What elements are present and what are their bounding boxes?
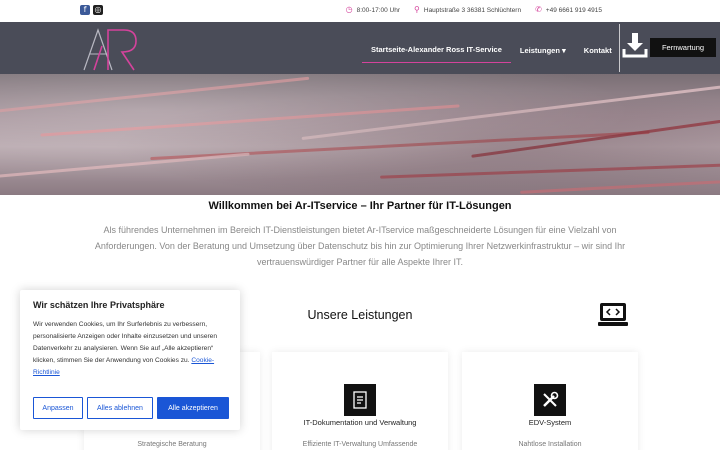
nav-item-leistungen[interactable]: Leistungen ▾ <box>511 46 575 55</box>
hero-overlay <box>0 74 720 195</box>
reject-all-button[interactable]: Alles ablehnen <box>87 397 153 419</box>
cookie-buttons: Anpassen Alles ablehnen Alle akzeptieren <box>33 397 229 419</box>
accept-all-button[interactable]: Alle akzeptieren <box>157 397 229 419</box>
cookie-title: Wir schätzen Ihre Privatsphäre <box>33 300 165 310</box>
nav-item-home[interactable]: Startseite-Alexander Ross IT-Service <box>362 45 511 63</box>
location-pin-icon: ⚲ <box>414 5 420 14</box>
welcome-title: Willkommen bei Ar-ITservice – Ihr Partne… <box>208 200 512 212</box>
opening-hours: ◷ 8:00-17:00 Uhr <box>346 6 400 14</box>
cookie-consent-banner: Wir schätzen Ihre Privatsphäre Wir verwe… <box>20 290 240 430</box>
opening-hours-text: 8:00-17:00 Uhr <box>356 6 401 14</box>
hero-image <box>0 74 720 195</box>
customize-button[interactable]: Anpassen <box>33 397 83 419</box>
phone-icon: ✆ <box>535 5 542 14</box>
service-card-documentation[interactable]: IT-Dokumentation und Verwaltung Effizien… <box>272 352 448 450</box>
address: ⚲ Hauptstraße 3 36381 Schlüchtern <box>414 6 521 14</box>
chevron-down-icon: ▾ <box>562 45 566 55</box>
code-monitor-icon <box>598 303 628 326</box>
service-card-subtitle: Effiziente IT-Verwaltung Umfassende <box>302 441 418 448</box>
service-card-subtitle: Strategische Beratung <box>137 441 207 448</box>
contact-info: ◷ 8:00-17:00 Uhr ⚲ Hauptstraße 3 36381 S… <box>346 6 602 14</box>
download-icon[interactable] <box>622 32 648 58</box>
nav-item-leistungen-label: Leistungen <box>519 45 560 55</box>
remote-support-button[interactable]: Fernwartung <box>650 38 716 57</box>
social-links: f ◎ <box>80 5 103 15</box>
instagram-icon[interactable]: ◎ <box>93 5 103 15</box>
company-logo[interactable] <box>80 26 140 72</box>
nav-divider <box>619 24 620 72</box>
phone-text[interactable]: +49 6661 919 4915 <box>546 7 602 14</box>
main-navigation: Startseite-Alexander Ross IT-Service Lei… <box>362 42 621 63</box>
service-card-title: EDV-System <box>528 418 572 427</box>
facebook-icon[interactable]: f <box>80 5 90 15</box>
address-text: Hauptstraße 3 36381 Schlüchtern <box>423 6 522 14</box>
document-icon <box>344 384 376 416</box>
top-info-bar: f ◎ ◷ 8:00-17:00 Uhr ⚲ Hauptstraße 3 363… <box>0 0 720 22</box>
service-card-subtitle: Nahtlose Installation <box>518 441 582 448</box>
service-card-title: IT-Dokumentation und Verwaltung <box>303 418 417 427</box>
phone[interactable]: ✆ +49 6661 919 4915 <box>535 6 602 14</box>
cookie-text: Wir verwenden Cookies, um Ihr Surferlebn… <box>33 319 227 379</box>
tools-icon <box>534 384 566 416</box>
nav-item-kontakt[interactable]: Kontakt <box>575 46 621 55</box>
clock-icon: ◷ <box>345 5 353 14</box>
welcome-text: Als führendes Unternehmen im Bereich IT-… <box>94 225 626 267</box>
cookie-description: Wir verwenden Cookies, um Ihr Surferlebn… <box>33 321 218 364</box>
service-card-edv[interactable]: EDV-System Nahtlose Installation <box>462 352 638 450</box>
